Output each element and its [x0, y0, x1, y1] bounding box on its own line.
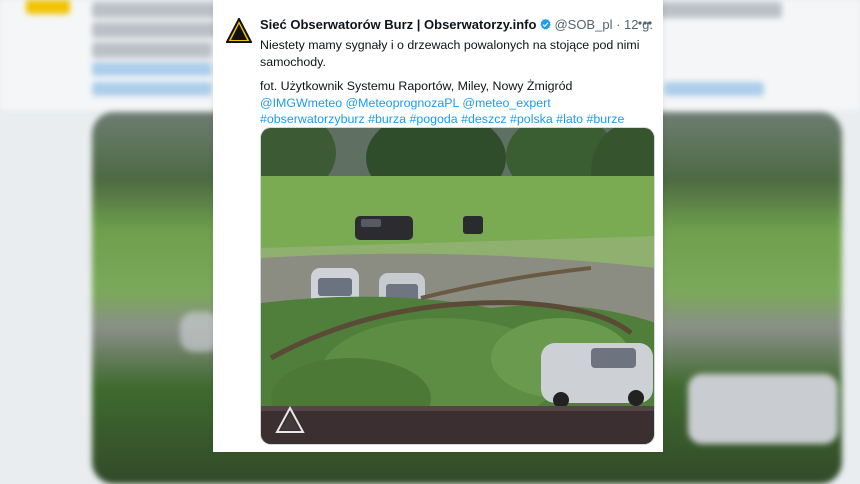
tweet-card[interactable]: Sieć Obserwatorów Burz | Obserwatorzy.in…: [213, 0, 663, 452]
author-name[interactable]: Sieć Obserwatorów Burz | Obserwatorzy.in…: [260, 17, 536, 32]
background-text-line: [92, 22, 222, 38]
hashtags[interactable]: #obserwatorzyburz #burza #pogoda #deszcz…: [260, 111, 650, 128]
background-hashtag-line: [664, 82, 764, 96]
separator-dot: ·: [616, 17, 621, 32]
verified-badge-icon: [540, 18, 552, 30]
background-hashtag-line: [92, 82, 212, 96]
tweet-text: Niestety mamy sygnały i o drzewach powal…: [260, 37, 650, 128]
tweet-text-line: Niestety mamy sygnały i o drzewach powal…: [260, 38, 640, 69]
photo-credit: fot. Użytkownik Systemu Raportów, Miley,…: [260, 79, 573, 93]
author-handle[interactable]: @SOB_pl: [554, 17, 612, 32]
photo-illustration: [261, 128, 654, 444]
tweet-header: Sieć Obserwatorów Burz | Obserwatorzy.in…: [260, 17, 653, 37]
photo-logo-watermark-icon: [275, 406, 305, 433]
more-icon[interactable]: [637, 16, 653, 30]
background-mention-line: [92, 62, 212, 76]
tweet-photo[interactable]: [260, 127, 655, 445]
background-text-line: [92, 42, 212, 58]
background-car: [688, 374, 838, 444]
avatar[interactable]: [226, 18, 252, 44]
background-logo: [26, 0, 70, 14]
mentions[interactable]: @IMGWmeteo @MeteoprognozaPL @meteo_exper…: [260, 95, 650, 112]
